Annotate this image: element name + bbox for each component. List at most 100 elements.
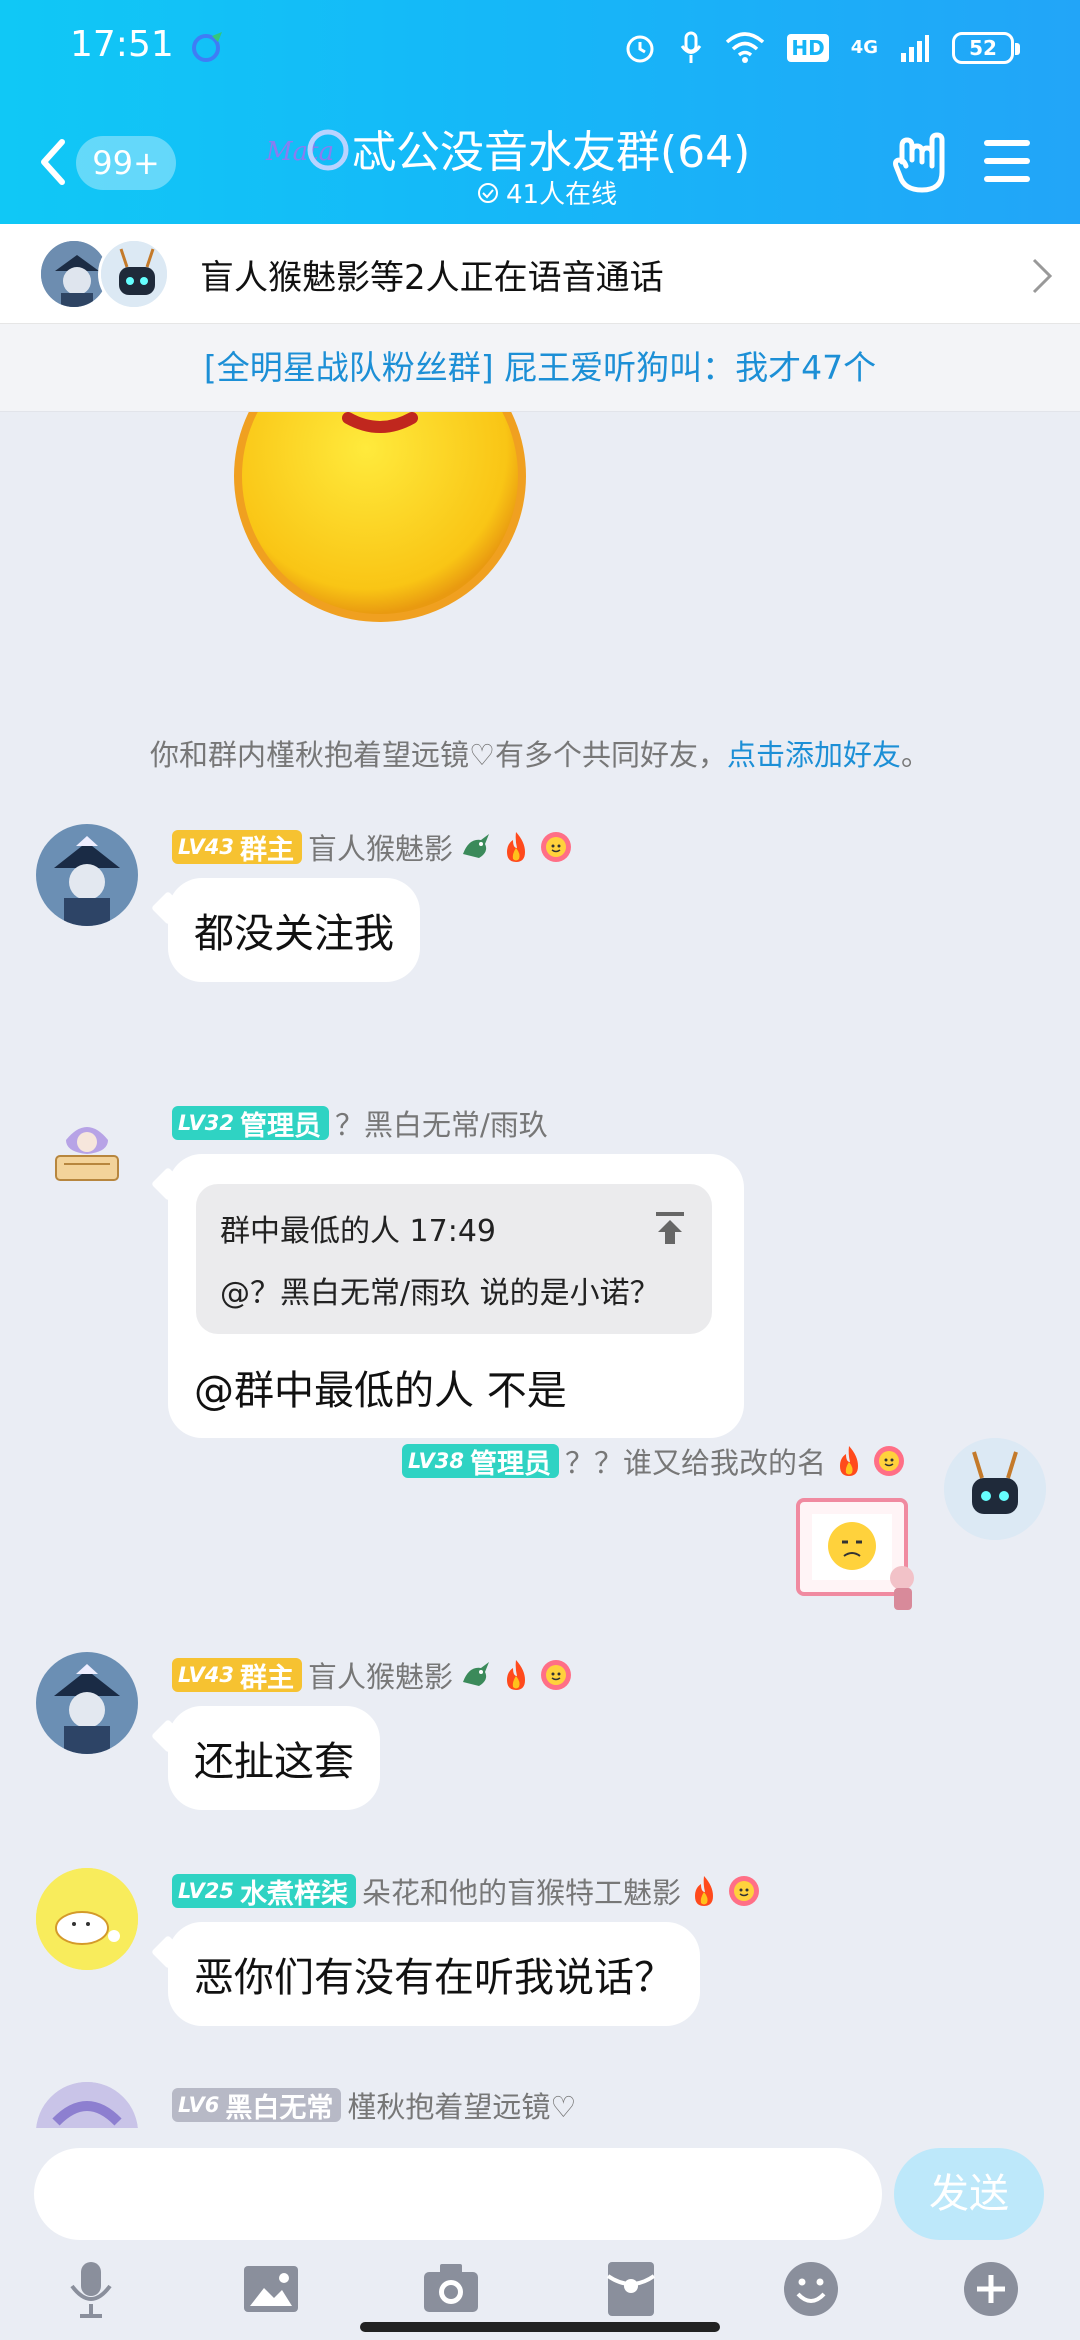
sender-meta: LV25 水煮梓柒 朵花和他的盲猴特工魅影: [172, 1870, 761, 1912]
quoted-message[interactable]: 群中最低的人 17:49 @？黑白无常/雨玖 说的是小诺？: [196, 1184, 712, 1334]
input-area: 发送: [0, 2128, 1080, 2340]
role-text: 管理员: [239, 1110, 321, 1142]
level-badge: LV38 管理员: [402, 1444, 559, 1480]
microphone-icon[interactable]: [60, 2258, 122, 2320]
signal-icon: [901, 35, 929, 62]
red-packet-icon[interactable]: [600, 2258, 662, 2320]
role-text: 管理员: [469, 1448, 551, 1480]
camera-icon[interactable]: [420, 2258, 482, 2320]
flower-icon: [728, 1876, 759, 1906]
role-text: 水煮梓柒: [239, 1878, 348, 1910]
level-badge: LV43 群主: [172, 830, 302, 866]
system-tip: 你和群内槿秋抱着望远镜♡有多个共同好友，点击添加好友。: [0, 732, 1080, 774]
chevron-right-icon: [1032, 258, 1053, 294]
alarm-icon: [626, 35, 654, 63]
avatar[interactable]: [36, 2082, 138, 2128]
sender-meta: LV38 管理员 ？？谁又给我改的名: [372, 1440, 906, 1482]
level-text: LV32: [178, 1111, 234, 1135]
sender-meta: LV32 管理员 ？黑白无常/雨玖: [172, 1102, 548, 1144]
flower-icon: [540, 1660, 571, 1690]
wifi-icon: [726, 32, 765, 63]
level-badge: LV6 黑白无常: [172, 2088, 342, 2124]
group-notice[interactable]: [全明星战队粉丝群] 屁王爱听狗叫：我才47个: [0, 324, 1080, 412]
hand-gesture-icon[interactable]: [892, 132, 948, 196]
emoji-icon[interactable]: [780, 2258, 842, 2320]
reply-bubble[interactable]: 群中最低的人 17:49 @？黑白无常/雨玖 说的是小诺？ @群中最低的人 不是: [168, 1154, 744, 1438]
message-bubble[interactable]: 还扯这套: [168, 1706, 380, 1810]
chat-area[interactable]: 你和群内槿秋抱着望远镜♡有多个共同好友，点击添加好友。 LV43 群主 盲人猴魅…: [0, 412, 1080, 2128]
sender-name[interactable]: 槿秋抱着望远镜♡: [347, 2084, 576, 2126]
status-time: 17:51: [70, 24, 174, 65]
app-notification-icon: [192, 32, 222, 62]
voice-call-text: 盲人猴魅影等2人正在语音通话: [200, 258, 664, 298]
role-text: 黑白无常: [225, 2092, 334, 2124]
avatar[interactable]: [36, 1100, 138, 1202]
fire-icon: [506, 1660, 525, 1690]
quote-header: 群中最低的人 17:49: [220, 1214, 496, 1249]
sender-name[interactable]: ？？谁又给我改的名: [565, 1440, 826, 1482]
status-icons: HD 4G 52: [623, 26, 1020, 70]
level-badge: LV32 管理员: [172, 1106, 329, 1142]
level-text: LV43: [178, 1663, 234, 1687]
sender-name[interactable]: 盲人猴魅影: [308, 1654, 453, 1696]
mic-status-icon: [681, 31, 702, 63]
flower-icon: [540, 832, 571, 862]
avatar: [98, 238, 170, 310]
reply-text: @群中最低的人 不是: [194, 1368, 567, 1414]
input-toolbar: [0, 2258, 1080, 2328]
nav-bar: 99+ Mata 忒公没音水友群(64) 41人在线: [0, 110, 1080, 220]
avatar[interactable]: [36, 824, 138, 926]
send-button[interactable]: 发送: [894, 2148, 1044, 2240]
menu-icon[interactable]: [984, 140, 1032, 184]
group-title[interactable]: 忒公没音水友群(64): [352, 116, 750, 180]
level-text: LV25: [178, 1879, 234, 1903]
sender-meta: LV6 黑白无常 槿秋抱着望远镜♡: [172, 2084, 576, 2126]
back-icon[interactable]: [34, 136, 74, 188]
group-logo-icon: Mata: [265, 129, 349, 171]
flower-icon: [874, 1446, 904, 1476]
smile-emoji-sticker: [234, 412, 526, 622]
hd-badge: HD: [787, 34, 829, 62]
image-icon[interactable]: [240, 2258, 302, 2320]
system-tip-end: 。: [901, 738, 931, 772]
level-text: LV43: [178, 835, 234, 859]
message-bubble[interactable]: 都没关注我: [168, 878, 420, 982]
dragon-icon: [462, 1662, 489, 1686]
level-badge: LV43 群主: [172, 1658, 302, 1694]
dragon-icon: [462, 834, 489, 858]
sticker-image[interactable]: [790, 1492, 930, 1612]
level-text: LV38: [408, 1449, 464, 1473]
battery-indicator: 52: [952, 32, 1020, 64]
plus-icon[interactable]: [960, 2258, 1022, 2320]
add-friend-link[interactable]: 点击添加好友: [727, 738, 901, 772]
fire-icon: [840, 1446, 858, 1476]
message-input[interactable]: [34, 2148, 882, 2240]
check-circle-icon: [478, 182, 498, 203]
sender-name[interactable]: ？黑白无常/雨玖: [335, 1102, 548, 1144]
online-status: 41人在线: [476, 174, 617, 211]
voice-call-bar[interactable]: 盲人猴魅影等2人正在语音通话: [0, 224, 1080, 324]
svg-text:Mata: Mata: [265, 137, 334, 167]
avatar[interactable]: [944, 1438, 1046, 1540]
sender-meta: LV43 群主 盲人猴魅影: [172, 826, 573, 868]
level-text: LV6: [178, 2093, 220, 2117]
unread-count[interactable]: 99+: [76, 136, 176, 190]
app-header: 17:51 HD 4G 52 99+ Mata 忒公没音水友群(64) 41人在…: [0, 0, 1080, 224]
jump-to-top-icon[interactable]: [654, 1210, 686, 1246]
role-text: 群主: [239, 834, 294, 866]
home-indicator[interactable]: [360, 2322, 720, 2332]
avatar[interactable]: [36, 1868, 138, 1970]
system-tip-text: 你和群内槿秋抱着望远镜♡有多个共同好友，: [149, 738, 727, 772]
sender-meta: LV43 群主 盲人猴魅影: [172, 1654, 573, 1696]
fire-icon: [506, 832, 525, 862]
status-bar: 17:51 HD 4G 52: [0, 0, 1080, 96]
quote-body: @？黑白无常/雨玖 说的是小诺？: [220, 1276, 660, 1311]
sender-name[interactable]: 朵花和他的盲猴特工魅影: [362, 1870, 681, 1912]
sender-name[interactable]: 盲人猴魅影: [308, 826, 453, 868]
network-type: 4G: [850, 37, 878, 58]
level-badge: LV25 水煮梓柒: [172, 1874, 356, 1910]
avatar[interactable]: [36, 1652, 138, 1754]
message-bubble[interactable]: 恶你们有没有在听我说话？: [168, 1922, 700, 2026]
fire-icon: [694, 1876, 713, 1906]
online-count: 41人在线: [506, 180, 618, 210]
